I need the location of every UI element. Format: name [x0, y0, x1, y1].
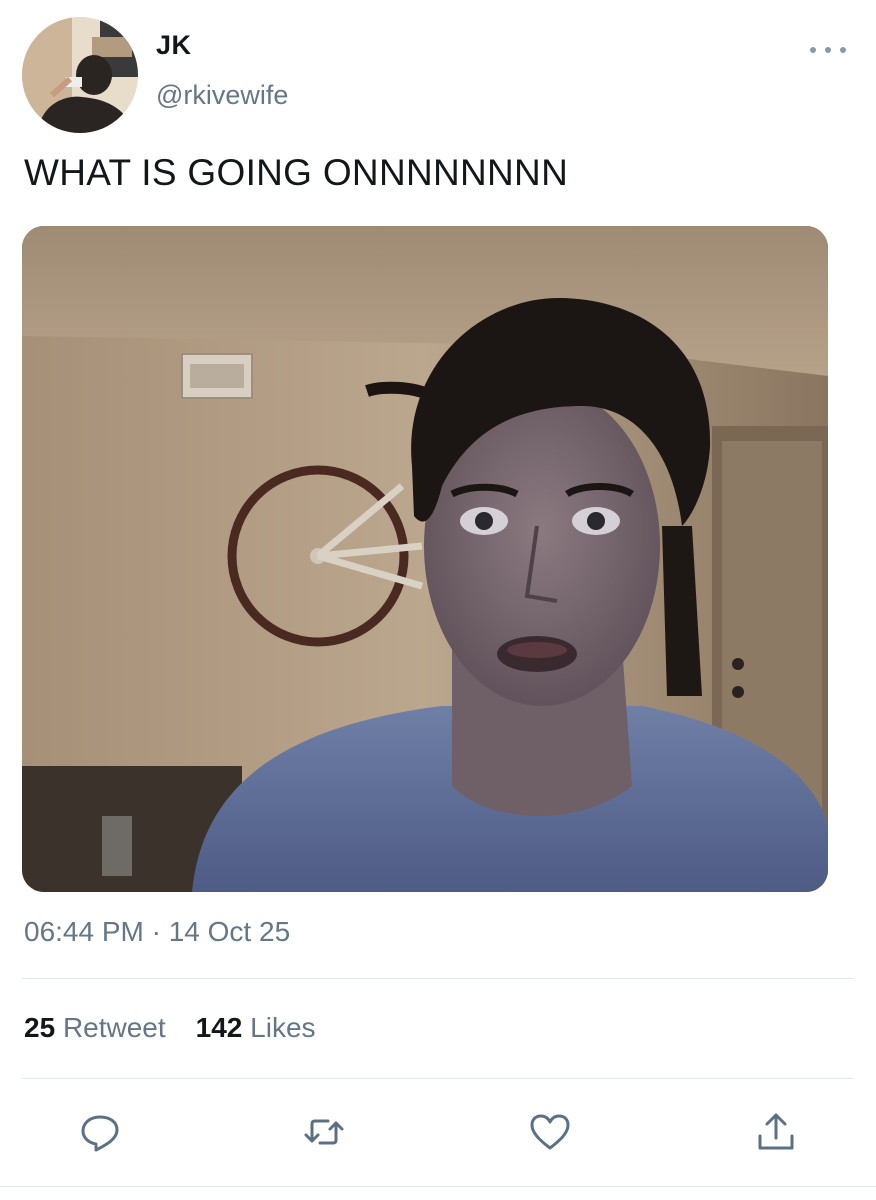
tweet-stats: 25 Retweet 142 Likes	[24, 1012, 316, 1044]
retweets-label: Retweet	[62, 1012, 166, 1043]
bottom-divider	[0, 1186, 876, 1187]
reply-icon	[81, 1115, 119, 1152]
tweet-text: WHAT IS GOING ONNNNNNNN	[24, 152, 569, 193]
likes-count: 142	[195, 1012, 243, 1043]
avatar[interactable]	[22, 17, 138, 133]
user-handle[interactable]: @rkivewife	[156, 80, 288, 111]
retweets-count: 25	[24, 1012, 56, 1043]
retweet-button[interactable]	[302, 1110, 346, 1154]
more-button[interactable]	[810, 38, 846, 62]
media-photo	[22, 226, 828, 892]
heart-icon	[530, 1114, 570, 1150]
like-button[interactable]	[528, 1110, 572, 1154]
tweet-timestamp[interactable]: 06:44 PM · 14 Oct 25	[24, 916, 290, 948]
divider	[22, 1078, 854, 1079]
more-icon	[810, 47, 846, 53]
share-icon	[758, 1113, 794, 1150]
divider	[22, 978, 854, 979]
likes-label: Likes	[250, 1012, 316, 1043]
retweet-icon	[304, 1119, 344, 1145]
share-button[interactable]	[754, 1110, 798, 1154]
retweets-stat[interactable]: 25 Retweet	[24, 1012, 166, 1044]
action-bar	[0, 1110, 876, 1154]
display-name[interactable]: JK	[156, 30, 192, 61]
avatar-image	[22, 17, 138, 133]
tweet-media[interactable]	[22, 226, 828, 892]
likes-stat[interactable]: 142 Likes	[196, 1012, 316, 1044]
reply-button[interactable]	[78, 1110, 122, 1154]
